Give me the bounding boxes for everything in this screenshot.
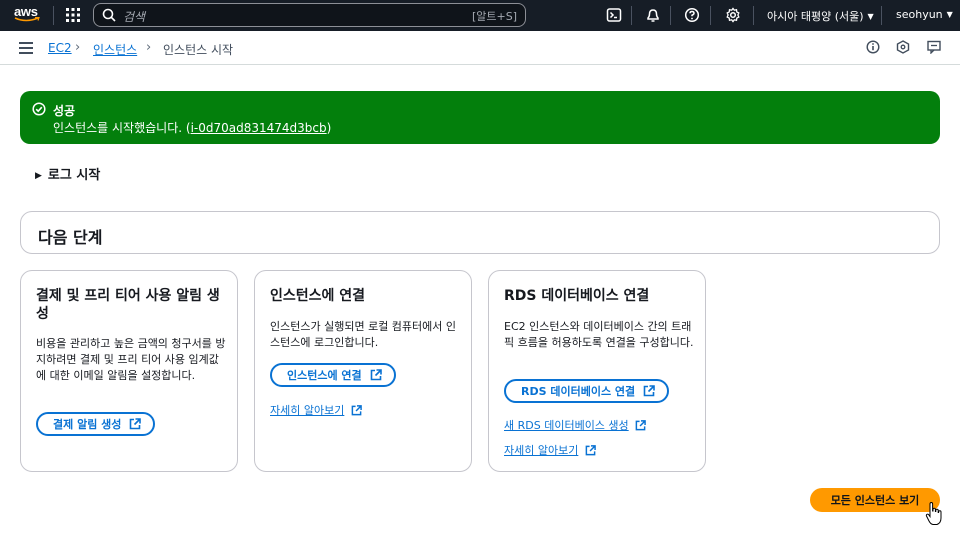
nav-divider xyxy=(753,6,754,25)
breadcrumb-bar: EC2 › 인스턴스 › 인스턴스 시작 xyxy=(0,31,960,65)
card-description: 인스턴스가 실행되면 로컬 컴퓨터에서 인스턴스에 로그인합니다. xyxy=(270,320,457,349)
launch-log-label: 로그 시작 xyxy=(47,168,101,183)
caret-down-icon: ▼ xyxy=(946,10,953,19)
flash-message-text: 인스턴스를 시작했습니다. ( xyxy=(53,121,191,135)
create-rds-label: 새 RDS 데이터베이스 생성 xyxy=(504,419,629,432)
learn-more-link[interactable]: 자세히 알아보기 xyxy=(270,402,362,418)
card-description: 비용을 관리하고 높은 금액의 청구서를 방지하려면 결제 및 프리 티어 사용… xyxy=(36,337,226,382)
aws-logo[interactable]: aws xyxy=(14,5,42,25)
external-link-icon xyxy=(351,405,362,416)
settings-gear-icon[interactable] xyxy=(725,7,741,23)
help-icon[interactable] xyxy=(684,7,700,23)
flash-message-end: ) xyxy=(326,121,332,135)
success-flash-banner: 성공 인스턴스를 시작했습니다. (i-0d70ad831474d3bcb) xyxy=(20,91,940,144)
external-link-icon xyxy=(635,420,646,431)
button-label: 인스턴스에 연결 xyxy=(287,369,362,382)
external-link-icon xyxy=(643,385,655,397)
flash-title: 성공 xyxy=(53,104,76,118)
external-link-icon xyxy=(585,445,596,456)
chevron-right-icon: › xyxy=(146,40,152,55)
search-shortcut: [알트+S] xyxy=(471,10,517,23)
chevron-right-icon: › xyxy=(75,40,81,55)
nav-divider xyxy=(53,6,54,25)
breadcrumb-ec2[interactable]: EC2 xyxy=(48,41,72,55)
hand-cursor-icon xyxy=(925,502,942,525)
nav-divider xyxy=(670,6,671,25)
launch-log-toggle[interactable]: ▶ 로그 시작 xyxy=(35,164,100,183)
connect-instance-button[interactable]: 인스턴스에 연결 xyxy=(270,363,396,387)
top-navigation: aws 검색 [알트+S] 아시아 태평양 (서울) ▼ seohyun ▼ xyxy=(0,0,960,31)
region-selector[interactable]: 아시아 태평양 (서울) ▼ xyxy=(767,8,874,24)
next-steps-header: 다음 단계 xyxy=(20,211,940,254)
info-icon[interactable] xyxy=(866,40,880,54)
card-title: 결제 및 프리 티어 사용 알림 생성 xyxy=(36,288,220,322)
flash-message: 인스턴스를 시작했습니다. (i-0d70ad831474d3bcb) xyxy=(53,119,331,136)
aws-logo-text: aws xyxy=(14,4,38,19)
button-label: 결제 알림 생성 xyxy=(53,418,122,431)
card-connect-instance: 인스턴스에 연결 인스턴스가 실행되면 로컬 컴퓨터에서 인스턴스에 로그인합니… xyxy=(254,270,472,472)
learn-more-label: 자세히 알아보기 xyxy=(504,444,579,457)
caret-right-icon: ▶ xyxy=(35,171,42,181)
user-name: seohyun xyxy=(896,8,943,21)
settings-hexagon-icon[interactable] xyxy=(896,40,910,54)
search-placeholder: 검색 xyxy=(123,10,146,24)
search-input[interactable]: 검색 [알트+S] xyxy=(93,3,526,27)
nav-divider xyxy=(881,6,882,25)
create-billing-alert-button[interactable]: 결제 알림 생성 xyxy=(36,412,156,436)
card-title: RDS 데이터베이스 연결 xyxy=(504,288,650,304)
card-description: EC2 인스턴스와 데이터베이스 간의 트래픽 흐름을 허용하도록 연결을 구성… xyxy=(504,320,694,349)
menu-hamburger-icon[interactable] xyxy=(19,42,33,54)
next-steps-title: 다음 단계 xyxy=(38,228,103,247)
create-rds-link[interactable]: 새 RDS 데이터베이스 생성 xyxy=(504,417,646,433)
learn-more-link[interactable]: 자세히 알아보기 xyxy=(504,442,596,458)
card-billing-alert: 결제 및 프리 티어 사용 알림 생성 비용을 관리하고 높은 금액의 청구서를… xyxy=(20,270,238,472)
user-menu[interactable]: seohyun ▼ xyxy=(896,8,953,21)
region-label: 아시아 태평양 (서울) xyxy=(767,10,864,23)
button-label: RDS 데이터베이스 연결 xyxy=(521,385,636,398)
check-circle-icon xyxy=(32,102,46,116)
breadcrumb-instances[interactable]: 인스턴스 xyxy=(93,41,137,58)
instance-id-link[interactable]: i-0d70ad831474d3bcb xyxy=(191,121,327,135)
button-label: 모든 인스턴스 보기 xyxy=(830,494,920,507)
external-link-icon xyxy=(130,418,142,430)
notifications-bell-icon[interactable] xyxy=(645,7,661,23)
learn-more-label: 자세히 알아보기 xyxy=(270,404,345,417)
breadcrumb-current: 인스턴스 시작 xyxy=(163,43,234,57)
nav-divider xyxy=(631,6,632,25)
feedback-icon[interactable] xyxy=(927,40,941,54)
caret-down-icon: ▼ xyxy=(867,12,874,21)
cloudshell-icon[interactable] xyxy=(606,7,622,23)
services-grid-icon[interactable] xyxy=(66,8,80,22)
card-title: 인스턴스에 연결 xyxy=(270,288,366,304)
view-all-instances-button[interactable]: 모든 인스턴스 보기 xyxy=(810,488,940,512)
external-link-icon xyxy=(370,369,382,381)
connect-rds-button[interactable]: RDS 데이터베이스 연결 xyxy=(504,379,670,403)
nav-divider xyxy=(710,6,711,25)
search-icon xyxy=(102,8,116,22)
card-rds-connect: RDS 데이터베이스 연결 EC2 인스턴스와 데이터베이스 간의 트래픽 흐름… xyxy=(488,270,706,472)
